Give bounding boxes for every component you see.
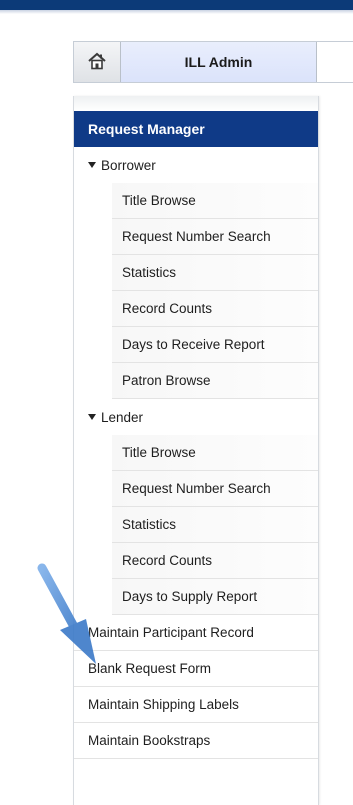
sidebar-item-label: Record Counts [122,301,213,316]
sidebar-item-borrower-request-number-search[interactable]: Request Number Search [112,219,318,255]
sidebar-section-lender[interactable]: Lender [74,399,318,435]
sidebar-item-label: Request Number Search [122,229,271,244]
sidebar-section-label: Borrower [101,157,156,173]
tab-home[interactable] [74,42,121,82]
sidebar-item-borrower-patron-browse[interactable]: Patron Browse [112,363,318,399]
sidebar-header[interactable]: Request Manager [74,111,318,147]
caret-down-icon [88,162,96,168]
sidebar-item-borrower-record-counts[interactable]: Record Counts [112,291,318,327]
sidebar-item-label: Blank Request Form [88,661,212,676]
sidebar-item-borrower-title-browse[interactable]: Title Browse [112,183,318,219]
sidebar-item-label: Request Number Search [122,481,271,496]
sidebar-section-label: Lender [101,409,144,425]
sidebar-item-label: Record Counts [122,553,213,568]
sidebar-item-maintain-shipping-labels[interactable]: Maintain Shipping Labels [74,687,318,723]
home-icon [87,51,107,74]
sidebar-item-label: Statistics [122,517,177,532]
sidebar-item-label: Days to Receive Report [122,337,265,352]
sidebar-item-label: Maintain Participant Record [88,625,254,640]
sidebar-item-lender-title-browse[interactable]: Title Browse [112,435,318,471]
sidebar-item-label: Statistics [122,265,177,280]
sidebar-item-lender-days-to-supply-report[interactable]: Days to Supply Report [112,579,318,615]
sidebar-item-lender-statistics[interactable]: Statistics [112,507,318,543]
sidebar: Request Manager Borrower Title Browse Re… [73,96,319,805]
sidebar-item-blank-request-form[interactable]: Blank Request Form [74,651,318,687]
sidebar-item-lender-record-counts[interactable]: Record Counts [112,543,318,579]
sidebar-header-label: Request Manager [88,121,205,137]
sidebar-item-label: Patron Browse [122,373,211,388]
sidebar-top-gradient [74,96,318,111]
sidebar-item-label: Title Browse [122,445,196,460]
sidebar-item-maintain-participant-record[interactable]: Maintain Participant Record [74,615,318,651]
tab-ill-admin[interactable]: ILL Admin [121,42,317,82]
sidebar-section-borrower[interactable]: Borrower [74,147,318,183]
top-bar-shadow [0,10,353,14]
caret-down-icon [88,414,96,420]
sidebar-item-label: Maintain Shipping Labels [88,697,239,712]
sidebar-item-borrower-statistics[interactable]: Statistics [112,255,318,291]
sidebar-item-borrower-days-to-receive-report[interactable]: Days to Receive Report [112,327,318,363]
sidebar-item-label: Title Browse [122,193,196,208]
tab-ill-admin-label: ILL Admin [184,54,253,70]
tab-bar: ILL Admin [73,41,353,83]
top-bar [0,0,353,10]
sidebar-item-label: Maintain Bookstraps [88,733,211,748]
sidebar-item-lender-request-number-search[interactable]: Request Number Search [112,471,318,507]
sidebar-item-label: Days to Supply Report [122,589,258,604]
sidebar-item-maintain-bookstraps[interactable]: Maintain Bookstraps [74,723,318,759]
